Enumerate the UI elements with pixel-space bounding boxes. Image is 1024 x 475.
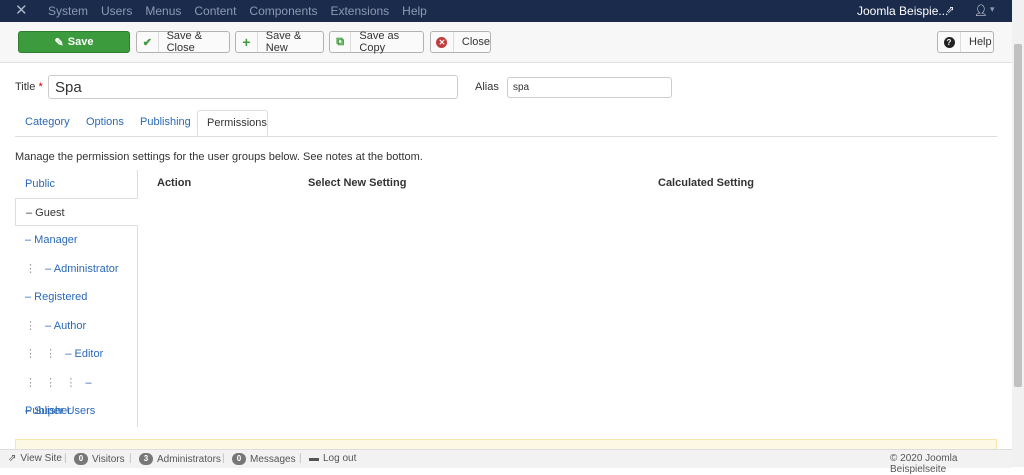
save-copy-button[interactable]: ⧉ Save as Copy — [329, 30, 424, 54]
menu-users[interactable]: Users — [101, 4, 132, 18]
column-action: Action — [157, 177, 192, 189]
tab-permissions[interactable]: Permissions — [197, 110, 268, 136]
joomla-logo-icon[interactable]: ✕ — [15, 3, 31, 19]
alias-input[interactable]: spa — [507, 77, 672, 98]
group-editor[interactable]: ⋮ ⋮ – Editor — [15, 340, 137, 368]
group-publisher[interactable]: ⋮ ⋮ ⋮ – Publisher — [15, 369, 137, 417]
close-button[interactable]: ✕ Close — [430, 31, 491, 53]
group-public[interactable]: Public — [15, 170, 137, 198]
save-new-label: Save & New — [265, 30, 302, 54]
chevron-down-icon[interactable]: ▾ — [990, 4, 995, 15]
copyright-text: © 2020 Joomla Beispielseite — [890, 453, 958, 475]
visitors-link[interactable]: 0 Visitors — [74, 453, 125, 465]
menu-help[interactable]: Help — [402, 4, 427, 18]
divider: | — [129, 453, 132, 464]
edit-tabs: Category Options Publishing Permissions — [15, 110, 997, 137]
divider: | — [299, 453, 302, 464]
menu-components[interactable]: Components — [249, 4, 317, 18]
logout-link[interactable]: ▬ Log out — [309, 453, 356, 464]
tab-category[interactable]: Category — [25, 110, 70, 136]
menu-menus[interactable]: Menus — [145, 4, 181, 18]
administrators-link[interactable]: 3 Administrators — [139, 453, 221, 465]
group-guest[interactable]: – Guest — [15, 198, 138, 226]
title-label: Title * — [15, 81, 43, 93]
save-copy-label: Save as Copy — [359, 30, 400, 54]
column-calculated-setting: Calculated Setting — [658, 177, 754, 189]
page-scrollbar[interactable] — [1012, 0, 1024, 467]
external-link-icon: ⇗ — [8, 453, 17, 464]
group-administrator[interactable]: ⋮ – Administrator — [15, 255, 137, 283]
help-label: Help — [969, 36, 992, 48]
title-value: Spa — [55, 79, 82, 96]
tab-publishing[interactable]: Publishing — [140, 110, 191, 136]
user-group-list: Public – Guest – Manager ⋮ – Administrat… — [15, 170, 138, 427]
column-select-new-setting: Select New Setting — [308, 177, 407, 189]
edit-icon: ✎ — [54, 36, 64, 49]
menu-extensions[interactable]: Extensions — [330, 4, 389, 18]
save-close-label: Save & Close — [166, 30, 203, 54]
admin-top-menu: ✕ System Users Menus Content Components … — [0, 0, 1012, 22]
group-manager[interactable]: – Manager — [15, 226, 137, 254]
question-icon: ? — [938, 32, 961, 52]
group-author[interactable]: ⋮ – Author — [15, 312, 137, 340]
plus-icon: + — [236, 32, 258, 52]
administrators-badge: 3 — [139, 453, 153, 465]
messages-badge: 0 — [232, 453, 246, 465]
messages-link[interactable]: 0 Messages — [232, 453, 296, 465]
group-super-users[interactable]: – Super Users — [15, 397, 137, 425]
close-circle-icon: ✕ — [431, 32, 454, 52]
close-label: Close — [461, 36, 490, 48]
check-icon: ✔ — [137, 32, 159, 52]
tab-options[interactable]: Options — [86, 110, 124, 136]
scrollbar-thumb[interactable] — [1014, 44, 1022, 387]
toolbar: ✎ Save ✔ Save & Close + Save & New ⧉ Sav… — [0, 22, 1012, 63]
help-button[interactable]: ? Help — [937, 31, 994, 53]
main-menu: System Users Menus Content Components Ex… — [48, 4, 427, 18]
visitors-badge: 0 — [74, 453, 88, 465]
minus-icon: ▬ — [309, 453, 319, 464]
divider: | — [64, 453, 67, 464]
alias-label: Alias — [475, 81, 499, 93]
save-button[interactable]: ✎ Save — [18, 31, 130, 53]
title-input[interactable]: Spa — [48, 75, 458, 99]
external-link-icon[interactable]: ⇗ — [946, 5, 954, 16]
divider: | — [222, 453, 225, 464]
user-icon[interactable]: 👤︎ — [974, 4, 988, 17]
save-close-button[interactable]: ✔ Save & Close — [136, 30, 230, 54]
alias-value: spa — [513, 82, 530, 93]
copy-icon: ⧉ — [330, 32, 352, 52]
permissions-description: Manage the permission settings for the u… — [15, 151, 423, 163]
menu-content[interactable]: Content — [194, 4, 236, 18]
site-name-link[interactable]: Joomla Beispie... — [857, 4, 948, 18]
group-registered[interactable]: – Registered — [15, 283, 137, 311]
save-label: Save — [67, 36, 94, 48]
view-site-link[interactable]: ⇗ View Site — [8, 453, 62, 464]
menu-system[interactable]: System — [48, 4, 88, 18]
status-bar: ⇗ View Site | 0 Visitors | 3 Administrators… — [0, 449, 1012, 475]
save-new-button[interactable]: + Save & New — [235, 30, 324, 54]
